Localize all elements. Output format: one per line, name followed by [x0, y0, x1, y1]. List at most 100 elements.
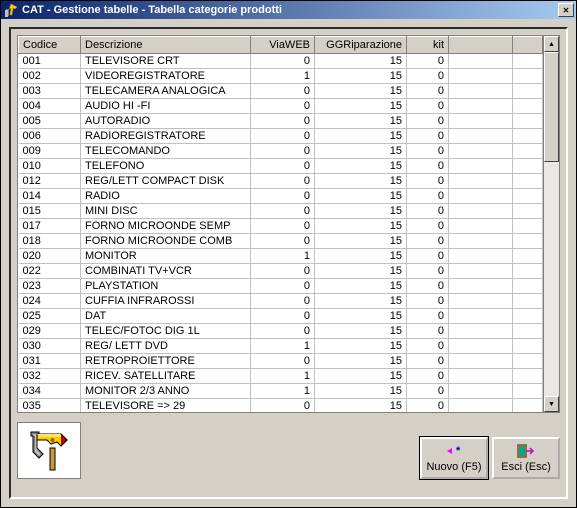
- table-row[interactable]: 023PLAYSTATION0150: [19, 279, 543, 294]
- col-descrizione[interactable]: Descrizione: [81, 37, 251, 54]
- cell-viaweb: 0: [251, 159, 315, 174]
- table-row[interactable]: 012REG/LETT COMPACT DISK0150: [19, 174, 543, 189]
- cell-blank: [449, 219, 513, 234]
- cell-kit: 0: [407, 309, 449, 324]
- cell-blank: [513, 219, 543, 234]
- cell-ggrip: 15: [315, 54, 407, 69]
- table-row[interactable]: 031RETROPROIETTORE0150: [19, 354, 543, 369]
- table-row[interactable]: 022COMBINATI TV+VCR0150: [19, 264, 543, 279]
- scroll-up-button[interactable]: ▲: [544, 36, 559, 52]
- table-row[interactable]: 015MINI DISC0150: [19, 204, 543, 219]
- cell-ggrip: 15: [315, 99, 407, 114]
- col-ggriparazione[interactable]: GGRiparazione: [315, 37, 407, 54]
- cell-codice: 022: [19, 264, 81, 279]
- cell-ggrip: 15: [315, 174, 407, 189]
- cell-blank: [449, 249, 513, 264]
- table-row[interactable]: 035TELEVISORE => 290150: [19, 399, 543, 413]
- cell-blank: [513, 159, 543, 174]
- cell-descrizione: REG/LETT COMPACT DISK: [81, 174, 251, 189]
- cell-descrizione: COMBINATI TV+VCR: [81, 264, 251, 279]
- cell-viaweb: 0: [251, 324, 315, 339]
- cell-codice: 032: [19, 369, 81, 384]
- client-area: Codice Descrizione ViaWEB GGRiparazione …: [1, 19, 576, 507]
- cell-codice: 001: [19, 54, 81, 69]
- cell-viaweb: 0: [251, 309, 315, 324]
- vertical-scrollbar[interactable]: ▲ ▼: [543, 36, 559, 412]
- cell-ggrip: 15: [315, 399, 407, 413]
- cell-descrizione: FORNO MICROONDE SEMP: [81, 219, 251, 234]
- cell-viaweb: 0: [251, 174, 315, 189]
- col-viaweb[interactable]: ViaWEB: [251, 37, 315, 54]
- scroll-thumb[interactable]: [544, 52, 559, 162]
- cell-blank: [513, 84, 543, 99]
- cell-descrizione: AUTORADIO: [81, 114, 251, 129]
- table-row[interactable]: 017FORNO MICROONDE SEMP0150: [19, 219, 543, 234]
- cell-codice: 031: [19, 354, 81, 369]
- cell-blank: [449, 294, 513, 309]
- cell-kit: 0: [407, 324, 449, 339]
- cell-codice: 030: [19, 339, 81, 354]
- cell-blank: [513, 249, 543, 264]
- table-row[interactable]: 020MONITOR1150: [19, 249, 543, 264]
- cell-ggrip: 15: [315, 264, 407, 279]
- cell-blank: [513, 54, 543, 69]
- col-blank[interactable]: [449, 37, 513, 54]
- table-row[interactable]: 009TELECOMANDO0150: [19, 144, 543, 159]
- cell-kit: 0: [407, 339, 449, 354]
- scroll-track[interactable]: [544, 52, 559, 396]
- esci-button[interactable]: Esci (Esc): [492, 437, 560, 479]
- cell-ggrip: 15: [315, 369, 407, 384]
- table-row[interactable]: 004AUDIO HI -FI0150: [19, 99, 543, 114]
- table-row[interactable]: 001TELEVISORE CRT0150: [19, 54, 543, 69]
- cell-blank: [513, 69, 543, 84]
- col-blank2[interactable]: [513, 37, 543, 54]
- cell-kit: 0: [407, 249, 449, 264]
- close-button[interactable]: ✕: [558, 3, 574, 17]
- col-codice[interactable]: Codice: [19, 37, 81, 54]
- table-row[interactable]: 018FORNO MICROONDE COMB0150: [19, 234, 543, 249]
- cell-viaweb: 0: [251, 264, 315, 279]
- cell-blank: [449, 384, 513, 399]
- table-row[interactable]: 032RICEV. SATELLITARE1150: [19, 369, 543, 384]
- table-row[interactable]: 025DAT0150: [19, 309, 543, 324]
- cell-descrizione: RETROPROIETTORE: [81, 354, 251, 369]
- cell-viaweb: 0: [251, 354, 315, 369]
- table-row[interactable]: 003TELECAMERA ANALOGICA0150: [19, 84, 543, 99]
- table-row[interactable]: 030REG/ LETT DVD1150: [19, 339, 543, 354]
- cell-blank: [449, 399, 513, 413]
- nuovo-button[interactable]: * Nuovo (F5): [420, 437, 488, 479]
- scroll-down-button[interactable]: ▼: [544, 396, 559, 412]
- cell-viaweb: 0: [251, 204, 315, 219]
- data-grid[interactable]: Codice Descrizione ViaWEB GGRiparazione …: [17, 35, 560, 413]
- table-row[interactable]: 006RADIOREGISTRATORE0150: [19, 129, 543, 144]
- cell-viaweb: 0: [251, 84, 315, 99]
- table-row[interactable]: 010TELEFONO0150: [19, 159, 543, 174]
- cell-descrizione: TELEFONO: [81, 159, 251, 174]
- cell-codice: 014: [19, 189, 81, 204]
- cell-viaweb: 0: [251, 279, 315, 294]
- table-row[interactable]: 034MONITOR 2/3 ANNO1150: [19, 384, 543, 399]
- table-row[interactable]: 024CUFFIA INFRAROSSI0150: [19, 294, 543, 309]
- table-row[interactable]: 014RADIO0150: [19, 189, 543, 204]
- cell-codice: 025: [19, 309, 81, 324]
- cell-viaweb: 0: [251, 219, 315, 234]
- cell-kit: 0: [407, 114, 449, 129]
- titlebar: CAT - Gestione tabelle - Tabella categor…: [1, 1, 576, 19]
- cell-codice: 006: [19, 129, 81, 144]
- table-row[interactable]: 029TELEC/FOTOC DIG 1L0150: [19, 324, 543, 339]
- cell-blank: [449, 324, 513, 339]
- col-kit[interactable]: kit: [407, 37, 449, 54]
- cell-codice: 024: [19, 294, 81, 309]
- cell-blank: [449, 339, 513, 354]
- cell-codice: 020: [19, 249, 81, 264]
- cell-codice: 009: [19, 144, 81, 159]
- table-row[interactable]: 002VIDEOREGISTRATORE1150: [19, 69, 543, 84]
- cell-descrizione: FORNO MICROONDE COMB: [81, 234, 251, 249]
- cell-viaweb: 0: [251, 294, 315, 309]
- cell-kit: 0: [407, 54, 449, 69]
- window-title: CAT - Gestione tabelle - Tabella categor…: [22, 4, 558, 16]
- table-row[interactable]: 005AUTORADIO0150: [19, 114, 543, 129]
- cell-blank: [513, 144, 543, 159]
- cell-ggrip: 15: [315, 219, 407, 234]
- cell-blank: [513, 174, 543, 189]
